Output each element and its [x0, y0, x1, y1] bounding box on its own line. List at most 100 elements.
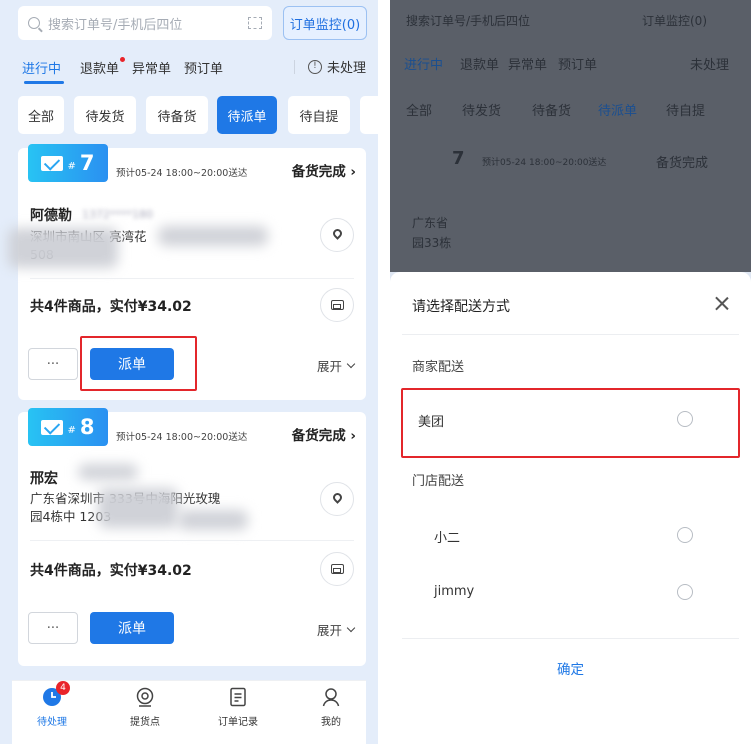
- dimmed-background: 搜索订单号/手机后四位 订单监控(0) 进行中 退款单 异常单 预订单 未处理 …: [390, 0, 751, 272]
- nav-pickup-point[interactable]: 提货点: [115, 687, 175, 741]
- merchant-delivery-label: 商家配送: [412, 360, 465, 375]
- order-hash: #: [67, 424, 76, 436]
- confirm-button[interactable]: 确定: [390, 658, 751, 678]
- divider: [402, 638, 739, 639]
- filter-all[interactable]: 全部: [18, 96, 64, 134]
- search-input[interactable]: 搜索订单号/手机后四位: [18, 6, 272, 40]
- nav-profile[interactable]: 我的: [301, 687, 361, 741]
- highlight-box: [401, 388, 740, 458]
- tab-in-progress[interactable]: 进行中: [22, 58, 61, 77]
- nav-label: 订单记录: [218, 717, 258, 728]
- bg-unprocessed: 未处理: [690, 58, 730, 73]
- search-icon: [28, 17, 40, 29]
- print-button[interactable]: [320, 552, 354, 586]
- privacy-blur: [98, 488, 178, 528]
- order-list-screen: 搜索订单号/手机后四位 订单监控(0) 进行中 退款单 异常单 预订单 ! 未处…: [0, 0, 378, 744]
- order-total: 共4件商品，实付¥34.02: [30, 299, 192, 315]
- nav-label: 我的: [321, 717, 341, 728]
- tab-divider: [294, 60, 295, 74]
- unprocessed-filter[interactable]: ! 未处理: [307, 57, 366, 76]
- nav-label: 待处理: [37, 717, 67, 728]
- printer-icon: [330, 300, 344, 310]
- bg-tab: 异常单: [508, 58, 548, 73]
- scan-icon[interactable]: [248, 17, 262, 29]
- divider: [30, 540, 354, 541]
- envelope-icon: [41, 155, 64, 171]
- order-total: 共4件商品，实付¥34.02: [30, 563, 192, 579]
- expand-toggle[interactable]: 展开: [316, 620, 356, 639]
- location-button[interactable]: [320, 482, 354, 516]
- bg-tab: 进行中: [404, 58, 444, 73]
- order-number-badge: # 8: [28, 408, 108, 446]
- status-link[interactable]: 备货完成 ›: [292, 160, 356, 180]
- delivery-method-sheet: 请选择配送方式 商家配送 美团 门店配送 小二 jimmy 确定: [390, 272, 751, 744]
- divider: [30, 278, 354, 279]
- option-label: 小二: [434, 531, 461, 546]
- customer-name: 邢宏: [30, 471, 58, 487]
- printer-icon: [330, 564, 344, 574]
- nav-pending[interactable]: 4 待处理: [22, 681, 82, 741]
- chevron-down-icon: [346, 359, 356, 368]
- refund-dot: [120, 57, 125, 62]
- radio-button[interactable]: [677, 527, 693, 543]
- filter-self-pickup[interactable]: 待自提: [288, 96, 350, 134]
- expand-toggle[interactable]: 展开: [316, 356, 356, 375]
- bg-filter: 全部: [406, 104, 433, 119]
- print-button[interactable]: [320, 288, 354, 322]
- privacy-blur: [8, 228, 118, 268]
- bg-address: 广东省: [412, 216, 449, 230]
- sheet-title: 请选择配送方式: [412, 299, 510, 315]
- more-button[interactable]: ···: [28, 348, 78, 380]
- order-record-icon: [228, 687, 248, 707]
- divider: [402, 334, 739, 335]
- store-delivery-label: 门店配送: [412, 474, 465, 489]
- privacy-blur: [178, 510, 248, 530]
- radio-button[interactable]: [677, 584, 693, 600]
- profile-icon: [321, 687, 341, 707]
- location-button[interactable]: [320, 218, 354, 252]
- delivery-option-jimmy[interactable]: jimmy: [404, 571, 737, 615]
- expand-label: 展开: [316, 623, 342, 638]
- status-link[interactable]: 备货完成 ›: [292, 424, 356, 444]
- filter-more[interactable]: [360, 96, 378, 134]
- bg-tab: 预订单: [558, 58, 598, 73]
- filter-to-prepare[interactable]: 待备货: [146, 96, 208, 134]
- envelope-icon: [41, 419, 64, 435]
- pickup-point-icon: [135, 687, 155, 707]
- order-number: 7: [79, 151, 95, 175]
- more-button[interactable]: ···: [28, 612, 78, 644]
- location-pin-icon: [330, 491, 344, 504]
- expand-label: 展开: [316, 359, 342, 374]
- bg-status: 备货完成: [656, 156, 709, 171]
- nav-label: 提货点: [130, 717, 160, 728]
- delivery-option-xiaoer[interactable]: 小二: [404, 514, 737, 558]
- bg-order-number: 7: [452, 148, 465, 169]
- order-monitor-button[interactable]: 订单监控(0): [283, 6, 367, 40]
- bg-monitor: 订单监控(0): [642, 14, 707, 28]
- tab-exceptions[interactable]: 异常单: [132, 58, 171, 77]
- status-tabs: 进行中 退款单 异常单 预订单 ! 未处理: [0, 50, 378, 84]
- nav-order-record[interactable]: 订单记录: [208, 687, 268, 741]
- filter-chips: 全部 待发货 待备货 待派单 待自提: [0, 96, 378, 134]
- highlight-box: [80, 336, 197, 391]
- order-number: 8: [79, 415, 95, 439]
- tab-preorders[interactable]: 预订单: [184, 58, 223, 77]
- dispatch-button[interactable]: 派单: [90, 612, 174, 644]
- top-bar: 搜索订单号/手机后四位 订单监控(0): [0, 0, 378, 48]
- status-label: 备货完成: [291, 164, 346, 180]
- delivery-method-screen: 搜索订单号/手机后四位 订单监控(0) 进行中 退款单 异常单 预订单 未处理 …: [390, 0, 751, 744]
- bg-filter: 待自提: [666, 104, 706, 119]
- search-placeholder: 搜索订单号/手机后四位: [48, 17, 183, 33]
- bg-tab: 退款单: [460, 58, 500, 73]
- filter-to-ship[interactable]: 待发货: [74, 96, 136, 134]
- tab-refunds[interactable]: 退款单: [80, 58, 119, 77]
- customer-phone: 1372****180: [82, 208, 153, 221]
- bg-filter: 待派单: [598, 104, 638, 119]
- close-icon[interactable]: [715, 296, 729, 310]
- bg-address: 园33栋: [412, 236, 452, 250]
- privacy-blur: [158, 226, 268, 246]
- clock-icon: 4: [42, 681, 70, 707]
- order-card[interactable]: # 8 预计05-24 18:00~20:00送达 备货完成 › 邢宏 广东省深…: [18, 408, 366, 666]
- order-number-badge: # 7: [28, 144, 108, 182]
- filter-to-dispatch[interactable]: 待派单: [217, 96, 277, 134]
